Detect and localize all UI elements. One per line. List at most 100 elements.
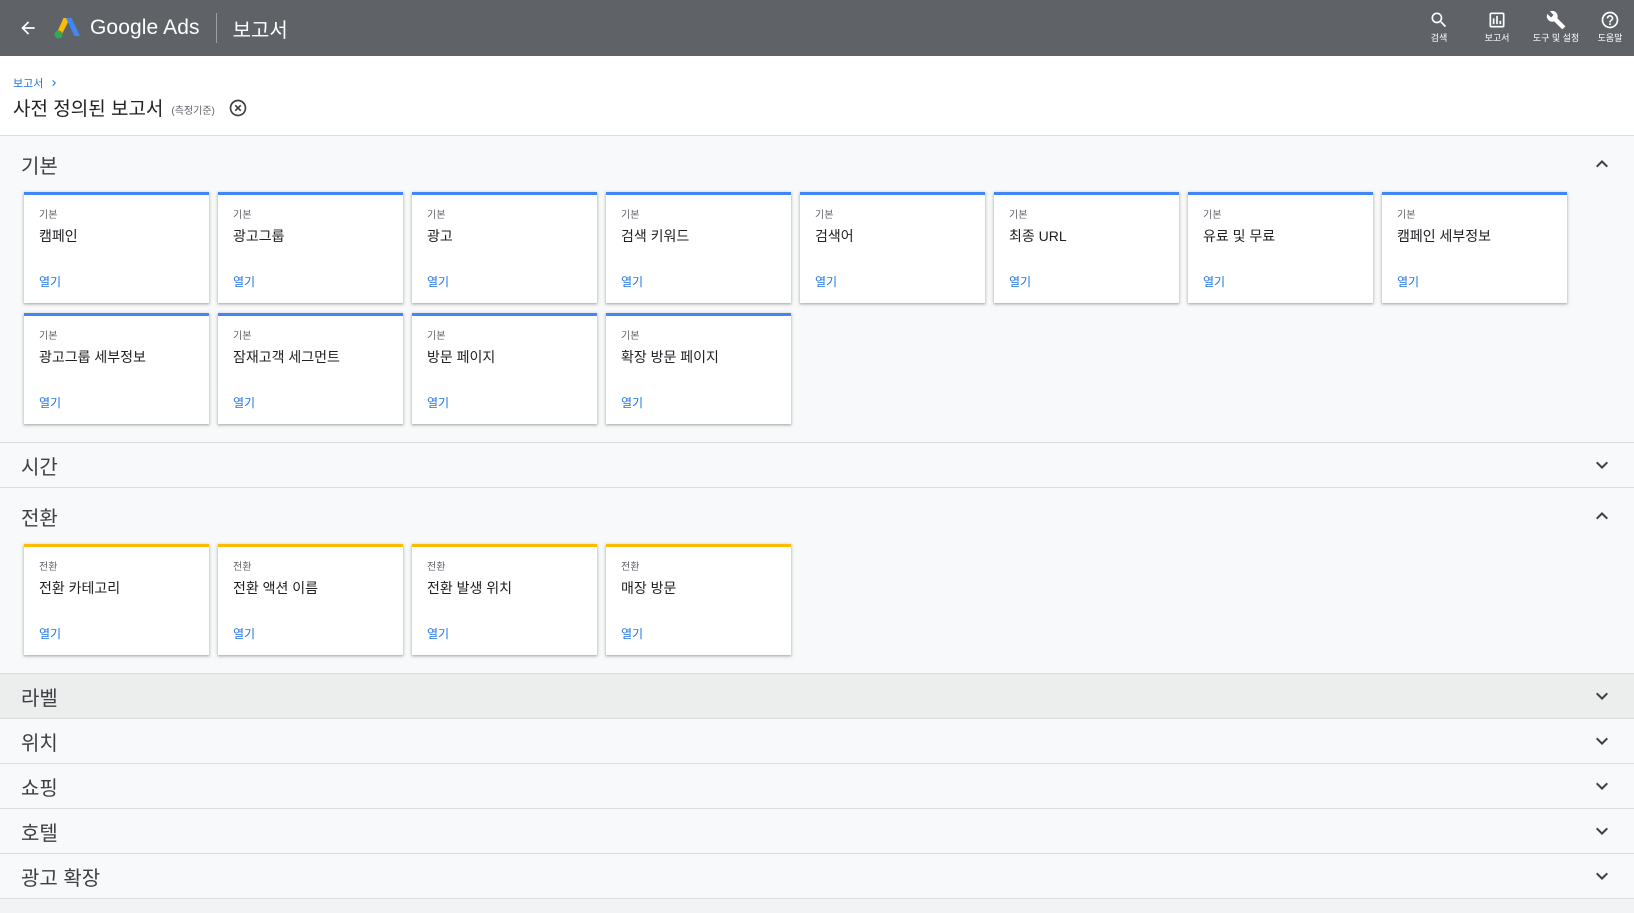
report-card-search-terms[interactable]: 기본검색어열기 [800, 192, 985, 303]
section-hotel-header[interactable]: 호텔 [0, 809, 1634, 853]
google-ads-logo-icon [54, 18, 80, 39]
report-card-expanded-landing-pages[interactable]: 기본확장 방문 페이지열기 [606, 313, 791, 424]
chevron-down-icon [1590, 864, 1614, 888]
card-title: 광고 [427, 228, 453, 244]
section-location: 위치 [0, 719, 1634, 764]
card-open-link[interactable]: 열기 [427, 625, 449, 642]
card-open-link[interactable]: 열기 [1397, 273, 1419, 290]
card-open-link[interactable]: 열기 [427, 394, 449, 411]
card-open-link[interactable]: 열기 [39, 394, 61, 411]
page-header: 보고서 사전 정의된 보고서 (측정기준) [0, 56, 1634, 136]
report-card-campaign-details[interactable]: 기본 캠페인 세부정보 열기 [1382, 192, 1567, 303]
back-button[interactable] [0, 0, 56, 56]
section-hotel-title: 호텔 [21, 822, 58, 845]
chevron-down-icon [1590, 774, 1614, 798]
card-title: 캠페인 [39, 228, 78, 244]
report-card-landing-pages[interactable]: 기본방문 페이지열기 [412, 313, 597, 424]
section-time-title: 시간 [21, 456, 58, 479]
section-hotel: 호텔 [0, 809, 1634, 854]
report-card-final-url[interactable]: 기본 최종 URL 열기 [994, 192, 1179, 303]
report-card-conversion-action-name[interactable]: 전환 전환 액션 이름 열기 [218, 544, 403, 655]
card-category: 기본 [39, 331, 58, 342]
card-open-link[interactable]: 열기 [1009, 273, 1031, 290]
section-ad-extensions-header[interactable]: 광고 확장 [0, 854, 1634, 898]
top-app-bar: Google Ads 보고서 검색 보고서 도구 및 설정 도움말 [0, 0, 1634, 56]
chevron-right-icon [52, 80, 57, 86]
report-card-search-keywords[interactable]: 기본검색 키워드열기 [606, 192, 791, 303]
report-card-paid-organic[interactable]: 기본 유료 및 무료 열기 [1188, 192, 1373, 303]
card-title: 검색어 [815, 228, 854, 244]
card-open-link[interactable]: 열기 [39, 273, 61, 290]
close-button[interactable] [228, 98, 248, 118]
section-time-header[interactable]: 시간 [0, 443, 1634, 487]
section-ad-extensions-title: 광고 확장 [21, 867, 101, 890]
card-title: 방문 페이지 [427, 349, 496, 365]
report-card-conversion-category[interactable]: 전환 전환 카테고리 열기 [24, 544, 209, 655]
search-button[interactable]: 검색 [1410, 0, 1468, 56]
breadcrumb[interactable]: 보고서 [13, 75, 60, 91]
card-open-link[interactable]: 열기 [621, 625, 643, 642]
google-ads-logo[interactable]: Google Ads [54, 16, 200, 40]
product-name: Google Ads [90, 16, 200, 39]
chevron-up-icon [1590, 152, 1614, 176]
section-basic: 기본 기본 캠페인 열기 기본 광고그룹 열기 기본 광고 열기 기본 검색 키워드 열기 기본… [0, 136, 1634, 443]
card-category: 기본 [621, 210, 640, 221]
help-icon [1601, 11, 1619, 29]
help-button[interactable]: 도움말 [1586, 0, 1634, 56]
section-shopping-header[interactable]: 쇼핑 [0, 764, 1634, 808]
card-open-link[interactable]: 열기 [427, 273, 449, 290]
report-sections: 기본 기본 캠페인 열기 기본 광고그룹 열기 기본 광고 열기 기본 검색 키워드 열기 기본… [0, 136, 1634, 899]
card-title: 확장 방문 페이지 [621, 349, 719, 365]
section-label-title: 라벨 [21, 687, 58, 710]
section-location-header[interactable]: 위치 [0, 719, 1634, 763]
page-title: 사전 정의된 보고서 [13, 99, 164, 120]
card-title: 유료 및 무료 [1203, 228, 1276, 244]
title-divider [215, 13, 217, 43]
breadcrumb-reports-link[interactable]: 보고서 [13, 75, 43, 91]
section-ad-extensions: 광고 확장 [0, 854, 1634, 899]
section-basic-header[interactable]: 기본 [0, 136, 1634, 192]
card-open-link[interactable]: 열기 [233, 625, 255, 642]
section-label: 라벨 [0, 674, 1634, 719]
report-card-campaign[interactable]: 기본 캠페인 열기 [24, 192, 209, 303]
card-category: 기본 [427, 331, 446, 342]
card-open-link[interactable]: 열기 [815, 273, 837, 290]
help-button-label: 도움말 [1597, 33, 1623, 43]
card-open-link[interactable]: 열기 [621, 273, 643, 290]
card-category: 전환 [427, 562, 446, 573]
report-card-ad[interactable]: 기본 광고 열기 [412, 192, 597, 303]
chevron-down-icon [1590, 819, 1614, 843]
card-open-link[interactable]: 열기 [233, 394, 255, 411]
report-card-store-visits[interactable]: 전환 매장 방문 열기 [606, 544, 791, 655]
report-card-audience-segments[interactable]: 기본잠재고객 세그먼트열기 [218, 313, 403, 424]
section-label-header[interactable]: 라벨 [0, 674, 1634, 718]
report-card-ad-group[interactable]: 기본 광고그룹 열기 [218, 192, 403, 303]
basic-cards: 기본 캠페인 열기 기본 광고그룹 열기 기본 광고 열기 기본 검색 키워드 열기 기본 검색어… [0, 192, 1580, 442]
card-open-link[interactable]: 열기 [233, 273, 255, 290]
card-title: 잠재고객 세그먼트 [233, 349, 340, 365]
card-category: 기본 [621, 331, 640, 342]
card-title: 광고그룹 세부정보 [39, 349, 146, 365]
report-card-ad-group-details[interactable]: 기본광고그룹 세부정보열기 [24, 313, 209, 424]
report-card-conversion-source[interactable]: 전환전환 발생 위치열기 [412, 544, 597, 655]
section-basic-title: 기본 [21, 155, 58, 178]
chevron-down-icon [1590, 684, 1614, 708]
card-open-link[interactable]: 열기 [1203, 273, 1225, 290]
card-title: 전환 카테고리 [39, 580, 121, 596]
reports-button-label: 보고서 [1484, 33, 1510, 43]
card-category: 기본 [233, 331, 252, 342]
section-conversion-header[interactable]: 전환 [0, 488, 1634, 544]
conversion-cards: 전환전환 카테고리열기 전환 전환 액션 이름 열기 전환전환 발생 위치열기 전환… [0, 544, 1580, 673]
chevron-down-icon [1590, 453, 1614, 477]
title-subnote: (측정기준) [171, 106, 215, 117]
reports-button[interactable]: 보고서 [1468, 0, 1526, 56]
card-category: 기본 [815, 210, 834, 221]
card-title: 전환 발생 위치 [427, 580, 513, 596]
section-location-title: 위치 [21, 732, 58, 755]
top-actions: 검색 보고서 도구 및 설정 도움말 [1410, 0, 1634, 56]
card-title: 검색 키워드 [621, 228, 690, 244]
card-category: 기본 [233, 210, 252, 221]
card-open-link[interactable]: 열기 [621, 394, 643, 411]
tools-settings-button[interactable]: 도구 및 설정 [1526, 0, 1586, 56]
card-open-link[interactable]: 열기 [39, 625, 61, 642]
